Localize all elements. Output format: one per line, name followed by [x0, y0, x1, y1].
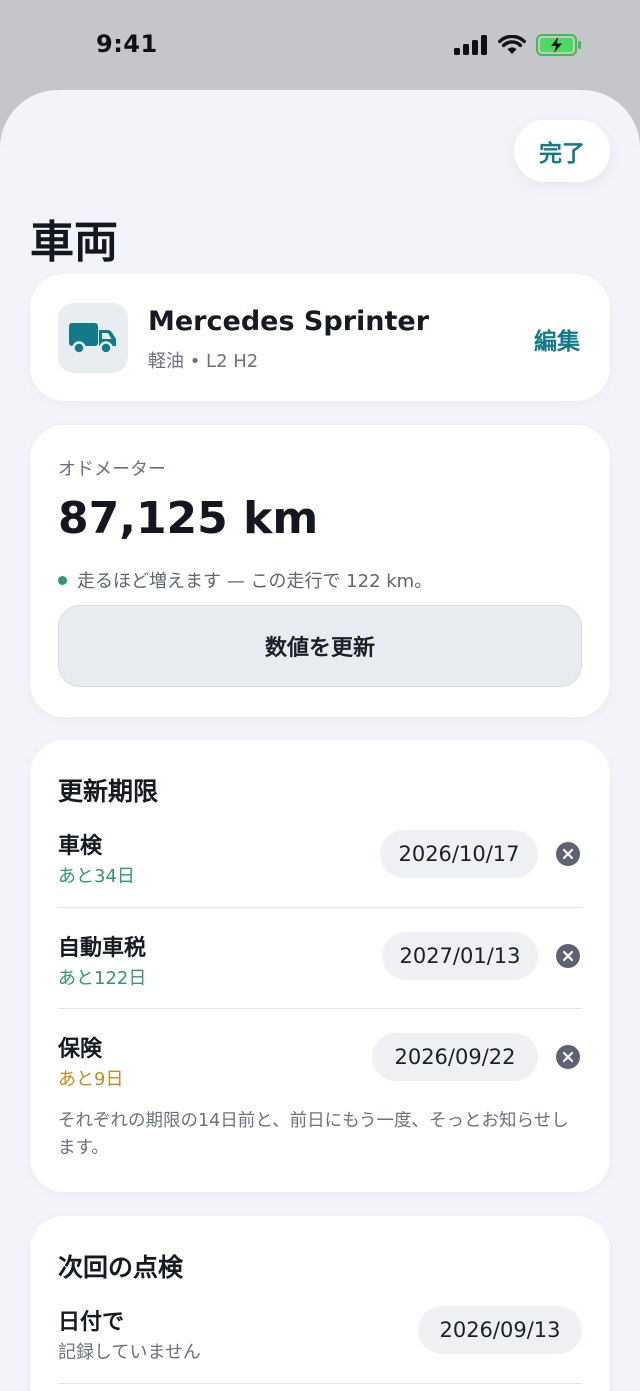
page-title: 車両: [30, 217, 118, 268]
row-divider: [58, 1008, 582, 1009]
row-divider: [58, 1383, 582, 1384]
deadline-remaining: あと122日: [58, 968, 147, 989]
inspection-row-by-date: 日付で 記録していません 2026/09/13: [58, 1304, 582, 1391]
deadline-date-picker[interactable]: 2026/09/22: [372, 1033, 538, 1081]
truck-icon: [69, 323, 116, 355]
cellular-signal-icon: [454, 35, 487, 55]
odometer-label: オドメーター: [58, 459, 166, 480]
next-inspection-card: 次回の点検 日付で 記録していません 2026/09/13: [30, 1216, 610, 1391]
inspection-date-picker[interactable]: 2026/09/13: [418, 1306, 582, 1354]
vehicle-subtitle: 軽油 • L2 H2: [148, 351, 259, 372]
deadline-row-shaken: 車検 あと34日 2026/10/17: [58, 828, 582, 918]
status-icons: [454, 34, 582, 56]
deadline-row-car-tax: 自動車税 あと122日 2027/01/13: [58, 930, 582, 1020]
deadlines-note: それぞれの期限の14日前と、前日にもう一度、そっとお知らせします。: [58, 1111, 569, 1158]
deadline-label: 自動車税: [58, 936, 147, 961]
deadline-label: 保険: [58, 1037, 103, 1062]
odometer-note-text: 走るほど増えます — この走行で 122 km。: [77, 571, 433, 592]
deadline-label: 車検: [58, 834, 103, 859]
inspection-by-date-label: 日付で: [58, 1310, 125, 1335]
clear-date-icon[interactable]: [556, 842, 580, 866]
inspection-by-date-sub: 記録していません: [58, 1342, 201, 1363]
odometer-note: 走るほど増えます — この走行で 122 km。: [58, 567, 432, 593]
vehicle-name: Mercedes Sprinter: [148, 306, 430, 337]
odometer-card: オドメーター 87,125 km 走るほど増えます — この走行で 122 km…: [30, 425, 610, 717]
deadline-date-picker[interactable]: 2026/10/17: [380, 830, 538, 878]
edit-vehicle-button[interactable]: 編集: [534, 322, 580, 356]
deadline-remaining: あと9日: [58, 1069, 124, 1090]
status-time: 9:41: [96, 30, 158, 58]
status-dot-icon: [58, 575, 67, 585]
row-divider: [58, 907, 582, 908]
vehicle-sheet: 完了 車両 Mercedes Sprinter 軽油 • L2 H2 編集 オド…: [0, 90, 640, 1391]
vehicle-icon-box: [58, 303, 128, 373]
deadlines-title: 更新期限: [58, 777, 159, 806]
clear-date-icon[interactable]: [556, 944, 580, 968]
next-inspection-title: 次回の点検: [58, 1253, 184, 1282]
update-odometer-button[interactable]: 数値を更新: [58, 605, 582, 687]
odometer-value: 87,125 km: [58, 493, 319, 544]
deadline-remaining: あと34日: [58, 866, 135, 887]
status-bar: 9:41: [0, 0, 640, 90]
battery-charging-icon: [536, 34, 581, 56]
done-button[interactable]: 完了: [514, 120, 610, 182]
vehicle-card: Mercedes Sprinter 軽油 • L2 H2 編集: [30, 274, 610, 401]
deadline-date-picker[interactable]: 2027/01/13: [382, 932, 538, 980]
clear-date-icon[interactable]: [556, 1045, 580, 1069]
deadlines-card: 更新期限 車検 あと34日 2026/10/17 自動車税 あと122日 202…: [30, 740, 610, 1192]
wifi-icon: [498, 35, 526, 54]
